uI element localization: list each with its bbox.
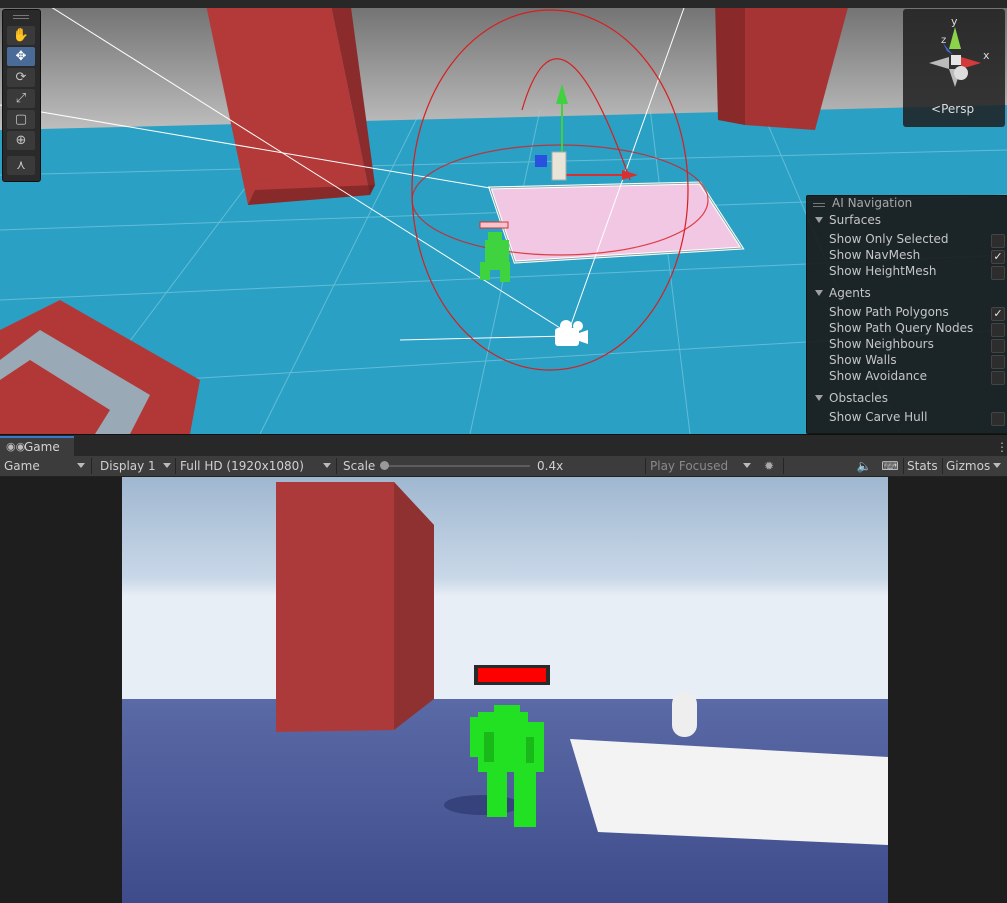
show-walls-label: Show Walls: [829, 353, 897, 367]
top-toolbar-strip: [0, 0, 1007, 8]
game-view: [0, 477, 1007, 903]
show-only-selected-label: Show Only Selected: [829, 232, 949, 246]
dropdown-arrow-icon: [743, 463, 751, 468]
scale-label: Scale: [343, 459, 376, 473]
show-heightmesh-label: Show HeightMesh: [829, 264, 937, 278]
transform-tool-button[interactable]: ⊕: [7, 131, 35, 150]
tab-game-label: Game: [24, 440, 60, 454]
surfaces-foldout[interactable]: Surfaces: [815, 213, 881, 227]
bug-icon[interactable]: ✹: [761, 457, 777, 475]
game-render-area[interactable]: [122, 477, 888, 903]
toolbar-divider: [336, 458, 337, 474]
surfaces-label: Surfaces: [829, 213, 881, 227]
persp-label: Persp: [941, 102, 975, 116]
toolbar-divider: [91, 458, 92, 474]
scale-value: 0.4x: [537, 459, 564, 473]
show-neighbours-checkbox[interactable]: [991, 339, 1005, 353]
move-tool-icon: ✥: [15, 49, 27, 64]
scale-slider-track[interactable]: [384, 465, 530, 467]
custom-tool-button[interactable]: ⋏: [7, 156, 35, 175]
axis-gizmo-icon[interactable]: y x z: [903, 9, 1005, 99]
display-dropdown[interactable]: Display 1: [100, 457, 174, 475]
foldout-arrow-icon: [815, 290, 823, 296]
ai-navigation-overlay: AI Navigation Surfaces Show Only Selecte…: [806, 195, 1007, 434]
rect-tool-button[interactable]: ▢: [7, 110, 35, 129]
obstacles-label: Obstacles: [829, 391, 888, 405]
axis-x-label: x: [983, 49, 990, 62]
checkmark-icon: ✓: [993, 250, 1003, 263]
show-only-selected-checkbox[interactable]: [991, 234, 1005, 248]
show-carve-hull-label: Show Carve Hull: [829, 410, 928, 424]
health-bar-fill: [478, 668, 546, 682]
tab-game[interactable]: ◉◉ Game: [0, 436, 74, 456]
dropdown-arrow-icon: [163, 463, 171, 468]
show-avoidance-label: Show Avoidance: [829, 369, 928, 383]
game-toolbar: Game Display 1 Full HD (1920x1080) Scale…: [0, 456, 1007, 477]
show-path-query-nodes-checkbox[interactable]: [991, 323, 1005, 337]
orientation-gizmo[interactable]: y x z <Persp: [903, 9, 1005, 127]
show-heightmesh-checkbox[interactable]: [991, 266, 1005, 280]
axis-z-label: z: [941, 35, 946, 46]
game-render-image: [122, 477, 888, 903]
toolbar-divider: [783, 458, 784, 474]
stats-button[interactable]: Stats: [907, 457, 938, 475]
show-navmesh-label: Show NavMesh: [829, 248, 921, 262]
rotate-tool-button[interactable]: ⟳: [7, 68, 35, 87]
agents-label: Agents: [829, 286, 871, 300]
rect-tool-icon: ▢: [14, 112, 28, 127]
foldout-arrow-icon: [815, 395, 823, 401]
chevron-left-icon: <: [931, 102, 942, 116]
view-mode-dropdown[interactable]: Game: [4, 457, 88, 475]
keyboard-icon[interactable]: ⌨: [881, 457, 899, 475]
transform-tool-icon: ⊕: [15, 133, 27, 148]
agents-foldout[interactable]: Agents: [815, 286, 871, 300]
dropdown-arrow-icon: [323, 463, 331, 468]
play-mode-value: Play Focused: [650, 459, 729, 473]
toolbar-divider: [942, 458, 943, 474]
gizmos-label: Gizmos: [946, 459, 991, 473]
axis-y-label: y: [951, 15, 958, 28]
scale-tool-icon: ⤢: [15, 91, 27, 106]
hand-tool-button[interactable]: ✋: [7, 26, 35, 45]
custom-tool-icon: ⋏: [16, 158, 26, 173]
show-path-query-nodes-label: Show Path Query Nodes: [829, 321, 974, 335]
show-carve-hull-checkbox[interactable]: [991, 412, 1005, 426]
checkmark-icon: ✓: [993, 307, 1003, 320]
show-neighbours-label: Show Neighbours: [829, 337, 934, 351]
game-tab-strip: [0, 434, 1007, 457]
foldout-arrow-icon: [815, 217, 823, 223]
view-mode-value: Game: [4, 459, 40, 473]
dropdown-arrow-icon: [993, 463, 1001, 468]
show-path-polygons-label: Show Path Polygons: [829, 305, 949, 319]
tools-palette: ✋ ✥ ⟳ ⤢ ▢ ⊕ ⋏: [2, 9, 41, 182]
scale-slider-handle[interactable]: [380, 461, 389, 470]
projection-toggle[interactable]: <Persp: [931, 102, 974, 116]
hand-tool-icon: ✋: [12, 28, 30, 43]
toolbar-divider: [175, 458, 176, 474]
gizmos-dropdown[interactable]: Gizmos: [946, 457, 1004, 475]
resolution-value: Full HD (1920x1080): [180, 459, 304, 473]
mute-audio-icon[interactable]: 🔈: [856, 457, 872, 475]
dropdown-arrow-icon: [77, 463, 85, 468]
show-walls-checkbox[interactable]: [991, 355, 1005, 369]
palette-grip[interactable]: [13, 15, 29, 19]
obstacles-foldout[interactable]: Obstacles: [815, 391, 888, 405]
toolbar-divider: [903, 458, 904, 474]
gamepad-icon: ◉◉: [6, 440, 26, 453]
more-options-icon[interactable]: ⋮: [996, 440, 1007, 454]
play-mode-dropdown[interactable]: Play Focused: [650, 457, 754, 475]
rotate-tool-icon: ⟳: [15, 70, 27, 85]
show-path-polygons-checkbox[interactable]: ✓: [991, 307, 1005, 321]
show-avoidance-checkbox[interactable]: [991, 371, 1005, 385]
overlay-grip[interactable]: [813, 203, 825, 207]
overlay-title: AI Navigation: [832, 196, 913, 210]
move-tool-button[interactable]: ✥: [7, 47, 35, 66]
toolbar-divider: [645, 458, 646, 474]
show-navmesh-checkbox[interactable]: ✓: [991, 250, 1005, 264]
scale-tool-button[interactable]: ⤢: [7, 89, 35, 108]
display-value: Display 1: [100, 459, 156, 473]
resolution-dropdown[interactable]: Full HD (1920x1080): [180, 457, 334, 475]
